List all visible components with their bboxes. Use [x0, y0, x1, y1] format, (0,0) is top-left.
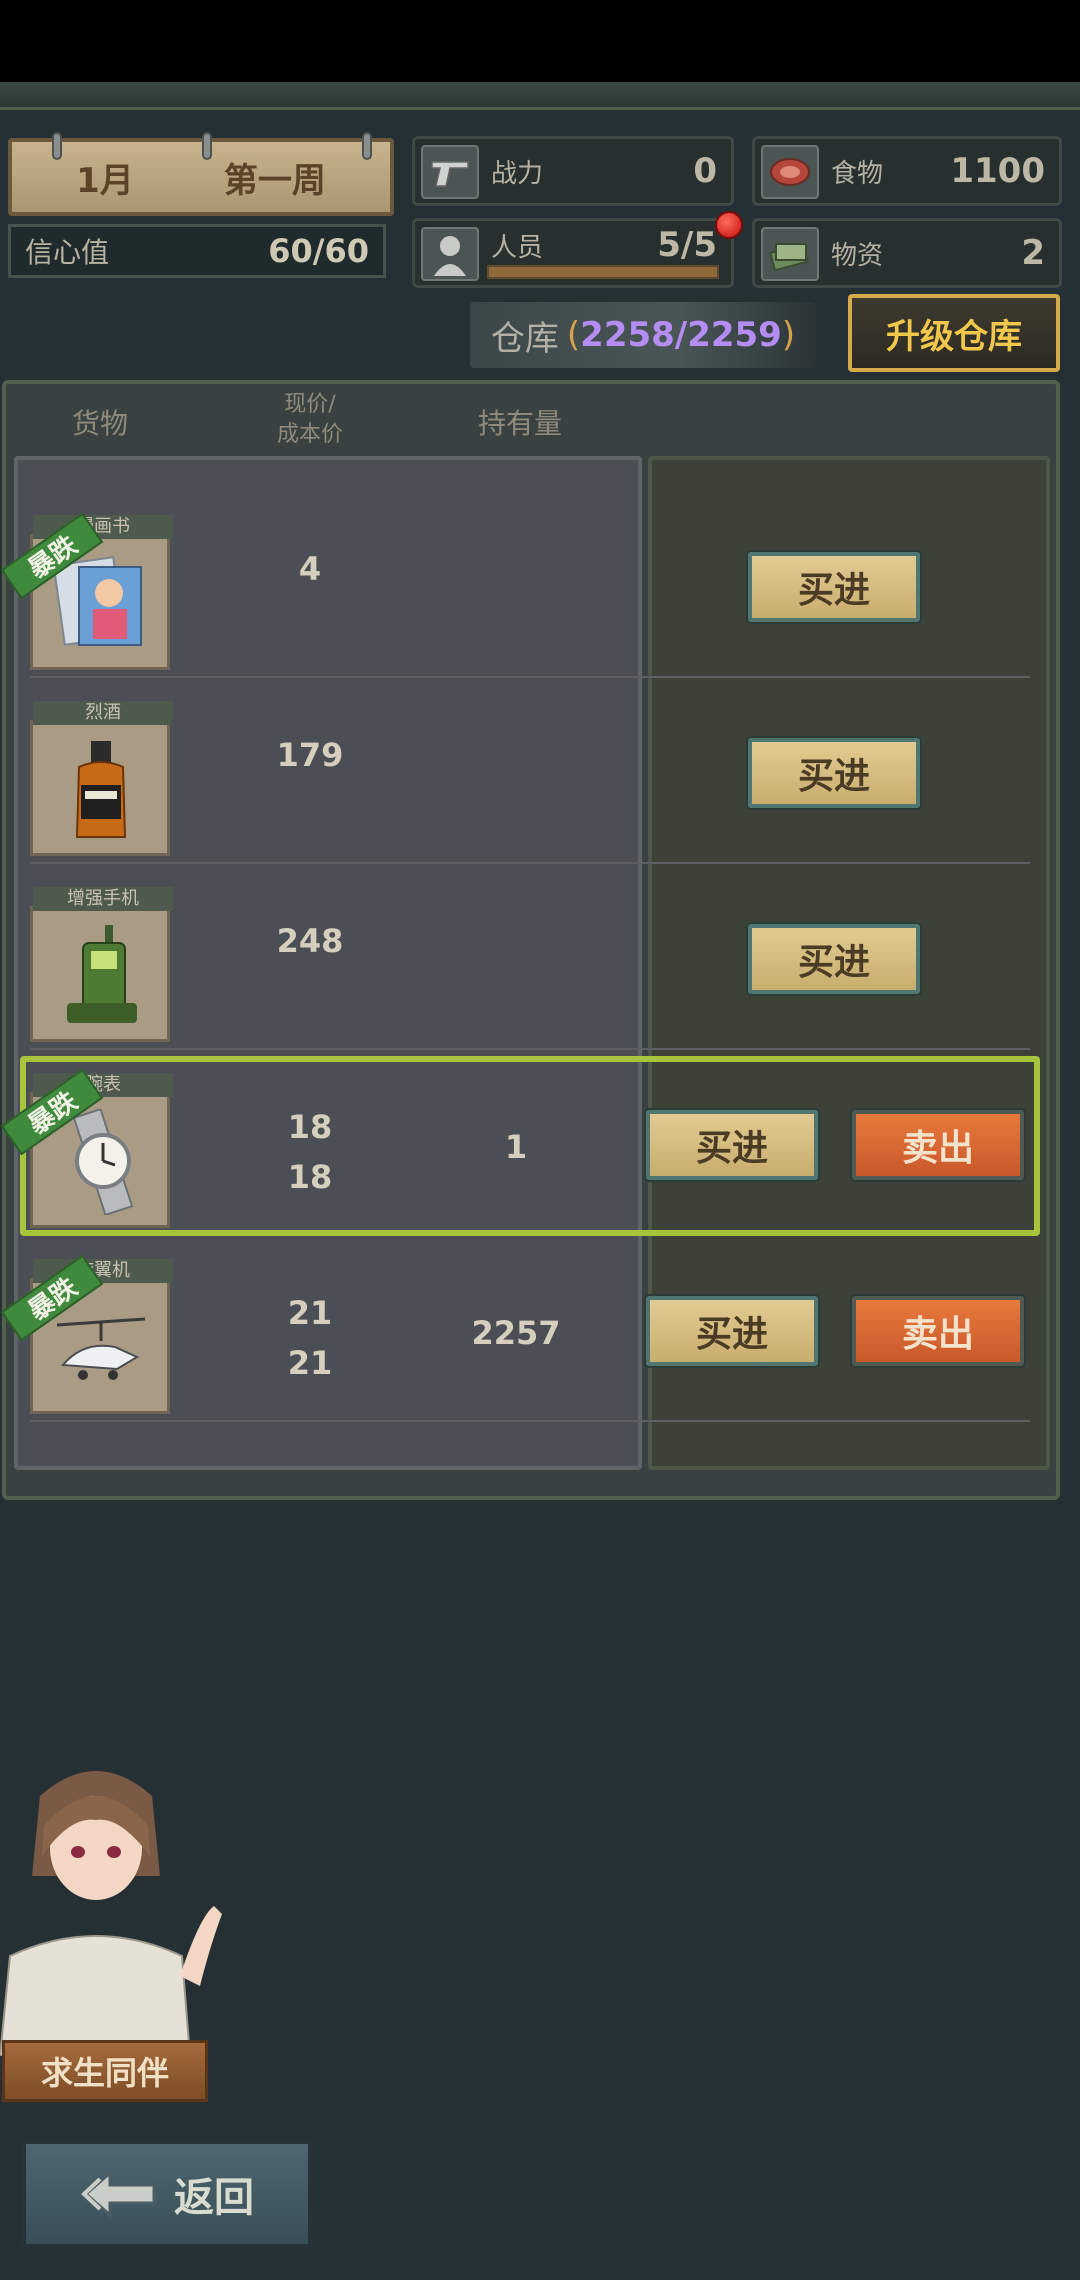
item-card-phone[interactable]: 增强手机 [30, 887, 173, 1042]
calendar-box: 1月 第一周 [8, 132, 394, 216]
warehouse-open-paren: ( [566, 315, 581, 355]
ring-icon [362, 132, 372, 160]
ring-icon [52, 132, 62, 160]
staff-value: 5/5 [657, 225, 717, 265]
food-label: 食物 [831, 159, 884, 189]
item-name: 烈酒 [33, 701, 173, 725]
buy-button[interactable]: 买进 [646, 1296, 818, 1366]
row-divider [30, 1048, 1030, 1050]
combat-value: 0 [693, 151, 717, 191]
month-text: 1月 [76, 160, 134, 201]
status-bar [0, 0, 1080, 82]
companion-label[interactable]: 求生同伴 [2, 2040, 208, 2102]
meat-icon [761, 145, 819, 199]
item-cost: 21 [287, 1344, 333, 1382]
combat-stat[interactable]: 战力 0 [412, 136, 734, 206]
market-screen: 1月 第一周 信心值 60/60 战力 0 食物 1100 人员 5/5 物资 … [0, 0, 1080, 2280]
goods-column-header: 货物 [71, 407, 128, 440]
cash-stack-icon [761, 227, 819, 281]
item-price: 18 [287, 1108, 333, 1146]
staff-progress-bar [487, 265, 719, 279]
confidence-label: 信心值 [25, 236, 110, 269]
sell-button[interactable]: 卖出 [852, 1296, 1024, 1366]
food-value: 1100 [950, 151, 1045, 191]
top-strip [0, 82, 1080, 110]
whiskey-bottle-icon [75, 741, 127, 838]
item-price: 4 [298, 550, 322, 588]
row-divider [30, 1420, 1030, 1422]
companion-character[interactable] [0, 1756, 240, 2056]
item-price: 21 [287, 1294, 333, 1332]
item-price: 248 [276, 922, 344, 960]
sell-button[interactable]: 卖出 [852, 1110, 1024, 1180]
staff-label: 人员 [491, 233, 544, 263]
item-price: 179 [276, 736, 344, 774]
supplies-value: 2 [1021, 233, 1045, 273]
confidence-bar: 信心值 60/60 [8, 224, 386, 278]
warehouse-label: 仓库 [490, 318, 559, 359]
item-card-liquor[interactable]: 烈酒 [30, 701, 173, 856]
row-divider [30, 862, 1030, 864]
item-name: 增强手机 [33, 887, 173, 911]
price-column-header-line2: 成本价 [276, 422, 343, 447]
buy-button[interactable]: 买进 [748, 552, 920, 622]
ring-icon [202, 132, 212, 160]
food-stat[interactable]: 食物 1100 [752, 136, 1062, 206]
week-text: 第一周 [223, 160, 326, 201]
item-holding: 1 [504, 1128, 528, 1166]
warehouse-close-paren: ) [781, 315, 796, 355]
supplies-stat[interactable]: 物资 2 [752, 218, 1062, 288]
buy-button[interactable]: 买进 [748, 924, 920, 994]
back-label: 返回 [174, 2175, 254, 2221]
item-holding: 2257 [471, 1314, 561, 1352]
warehouse-capacity-value: 2258/2259 [580, 315, 782, 355]
warehouse-capacity: 仓库 ( 2258/2259 ) [470, 302, 816, 368]
combat-label: 战力 [491, 159, 544, 189]
double-arrow-left-icon [81, 2169, 156, 2219]
confidence-value: 60/60 [268, 232, 369, 270]
row-divider [30, 676, 1030, 678]
buy-button[interactable]: 买进 [748, 738, 920, 808]
upgrade-warehouse-button[interactable]: 升级仓库 [848, 294, 1060, 372]
buy-button[interactable]: 买进 [646, 1110, 818, 1180]
staff-stat[interactable]: 人员 5/5 [412, 211, 743, 288]
radio-phone-icon [67, 925, 137, 1023]
supplies-label: 物资 [831, 241, 884, 271]
back-button[interactable]: 返回 [22, 2140, 312, 2248]
pistol-icon [421, 145, 479, 199]
holding-column-header: 持有量 [477, 407, 562, 440]
price-column-header-line1: 现价/ [284, 392, 336, 417]
item-cost: 18 [287, 1158, 333, 1196]
person-icon [421, 227, 479, 281]
notification-dot-icon [715, 211, 743, 239]
